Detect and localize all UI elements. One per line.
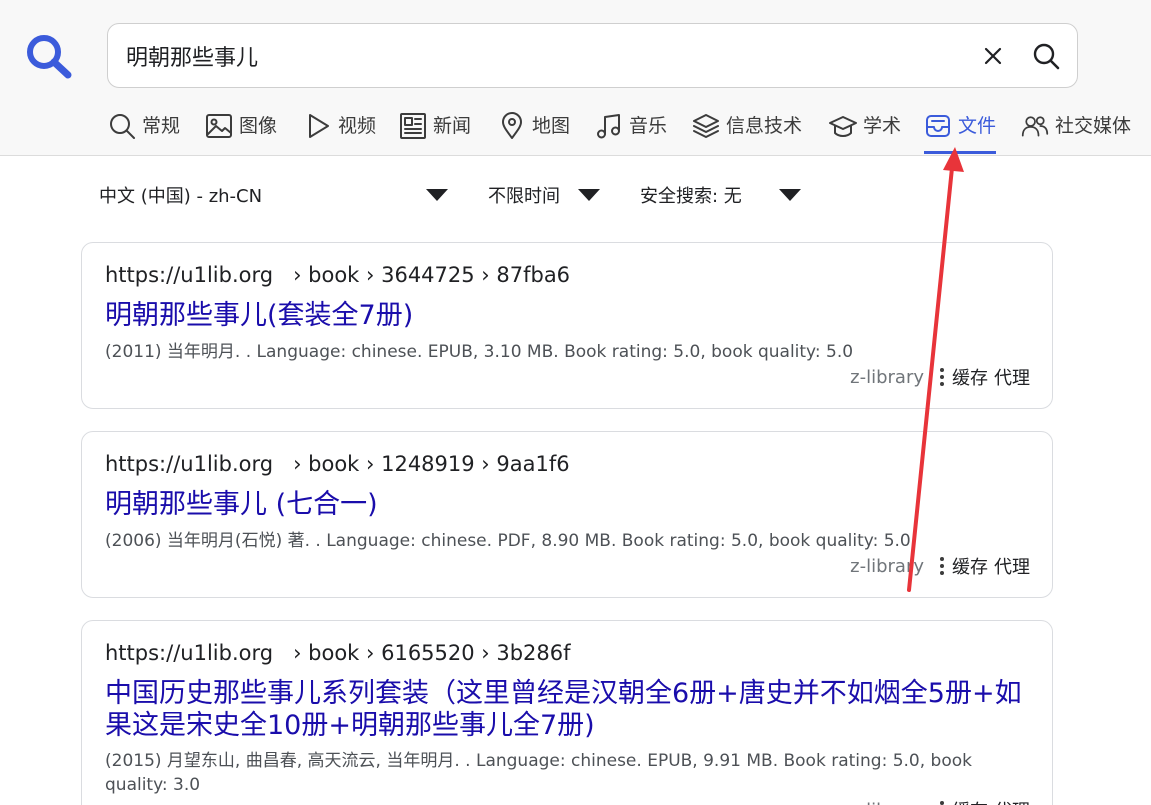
result-url[interactable]: https://u1lib.org › book › 3644725 › 87f…	[105, 263, 570, 287]
result-title-link[interactable]: 明朝那些事儿 (七合一)	[105, 489, 1035, 521]
search-input[interactable]	[126, 36, 946, 76]
result-title-link[interactable]: 明朝那些事儿(套装全7册)	[105, 300, 1035, 332]
graduation-cap-icon	[829, 116, 857, 137]
proxy-link[interactable]: 代理	[994, 797, 1030, 805]
search-logo-icon[interactable]	[24, 32, 74, 80]
tab-music[interactable]: 音乐	[595, 112, 667, 154]
time-dropdown-icon[interactable]	[578, 189, 600, 201]
more-options-icon[interactable]	[938, 800, 946, 805]
search-icon	[1033, 43, 1060, 70]
result-snippet: (2011) 当年明月. . Language: chinese. EPUB, …	[105, 342, 854, 362]
tab-maps[interactable]: 地图	[498, 112, 570, 154]
map-pin-icon	[502, 112, 522, 139]
tab-social-media[interactable]: 社交媒体	[1021, 112, 1131, 154]
inbox-icon	[926, 115, 950, 137]
result-meta: z-library 缓存 代理	[850, 553, 1030, 579]
language-dropdown-icon[interactable]	[426, 189, 448, 201]
top-bar: 常规 图像 视频 新闻 地图 音乐 信息技术 学术	[0, 0, 1151, 156]
search-button[interactable]	[1029, 39, 1063, 73]
proxy-link[interactable]: 代理	[994, 364, 1030, 390]
tab-it[interactable]: 信息技术	[692, 112, 802, 154]
result-meta: z-library 缓存 代理	[850, 364, 1030, 390]
more-options-icon[interactable]	[938, 367, 946, 387]
result-card: https://u1lib.org › book › 1248919 › 9aa…	[81, 431, 1053, 598]
result-snippet: (2015) 月望东山, 曲昌春, 高天流云, 当年明月. . Language…	[105, 751, 972, 795]
proxy-link[interactable]: 代理	[994, 553, 1030, 579]
play-icon	[309, 114, 329, 138]
tab-science[interactable]: 学术	[829, 112, 901, 154]
safesearch-select[interactable]: 安全搜索: 无	[640, 178, 742, 212]
tab-files[interactable]: 文件	[924, 112, 997, 154]
tab-images[interactable]: 图像	[205, 112, 277, 154]
tab-videos[interactable]: 视频	[304, 112, 376, 154]
result-url[interactable]: https://u1lib.org › book › 1248919 › 9aa…	[105, 452, 570, 476]
tab-news[interactable]: 新闻	[399, 112, 471, 154]
layers-icon	[693, 114, 719, 138]
close-icon	[984, 47, 1002, 65]
safesearch-dropdown-icon[interactable]	[779, 189, 801, 201]
newspaper-icon	[400, 113, 426, 139]
more-options-icon[interactable]	[938, 556, 946, 576]
result-title-link[interactable]: 中国历史那些事儿系列套装（这里曾经是汉朝全6册+唐史并不如烟全5册+如果这是宋史…	[105, 678, 1035, 742]
music-note-icon	[597, 114, 620, 139]
result-card: https://u1lib.org › book › 3644725 › 87f…	[81, 242, 1053, 409]
people-icon	[1021, 116, 1049, 137]
image-icon	[206, 114, 232, 138]
result-url[interactable]: https://u1lib.org › book › 6165520 › 3b2…	[105, 641, 571, 665]
result-engine: z-library	[850, 366, 924, 388]
search-box	[107, 23, 1078, 88]
cache-link[interactable]: 缓存	[952, 797, 988, 805]
time-select[interactable]: 不限时间	[488, 178, 560, 212]
search-icon	[110, 114, 135, 139]
clear-button[interactable]	[978, 41, 1008, 71]
tab-general[interactable]: 常规	[108, 112, 180, 154]
cache-link[interactable]: 缓存	[952, 364, 988, 390]
result-card: https://u1lib.org › book › 6165520 › 3b2…	[81, 620, 1053, 805]
language-select[interactable]: 中文 (中国) - zh-CN	[99, 178, 262, 212]
result-meta: z-library 缓存 代理	[850, 797, 1030, 805]
result-engine: z-library	[850, 555, 924, 577]
cache-link[interactable]: 缓存	[952, 553, 988, 579]
result-snippet: (2006) 当年明月(石悦) 著. . Language: chinese. …	[105, 531, 911, 551]
category-tabs: 常规 图像 视频 新闻 地图 音乐 信息技术 学术 文件 社交媒体	[0, 112, 1151, 156]
filter-bar: 中文 (中国) - zh-CN 不限时间 安全搜索: 无	[0, 178, 1151, 212]
result-engine: z-library	[850, 800, 924, 805]
